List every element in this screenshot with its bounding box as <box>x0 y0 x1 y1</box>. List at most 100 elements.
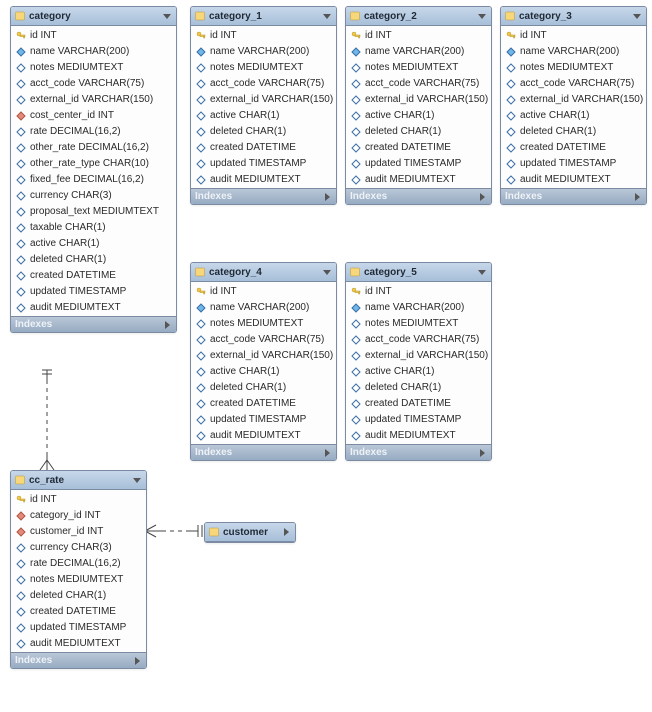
entity-category_5[interactable]: category_5id INTname VARCHAR(200)notes M… <box>345 262 492 461</box>
column-row[interactable]: acct_code VARCHAR(75) <box>11 76 176 92</box>
entity-category_4[interactable]: category_4id INTname VARCHAR(200)notes M… <box>190 262 337 461</box>
column-row[interactable]: external_id VARCHAR(150) <box>191 348 336 364</box>
column-row[interactable]: external_id VARCHAR(150) <box>11 92 176 108</box>
column-row[interactable]: cost_center_id INT <box>11 108 176 124</box>
column-row[interactable]: created DATETIME <box>191 396 336 412</box>
column-row[interactable]: audit MEDIUMTEXT <box>501 172 646 188</box>
column-row[interactable]: updated TIMESTAMP <box>191 412 336 428</box>
entity-header[interactable]: category_1 <box>191 7 336 26</box>
column-row[interactable]: category_id INT <box>11 508 146 524</box>
column-row[interactable]: id INT <box>11 28 176 44</box>
column-row[interactable]: fixed_fee DECIMAL(16,2) <box>11 172 176 188</box>
column-row[interactable]: external_id VARCHAR(150) <box>501 92 646 108</box>
expand-button[interactable] <box>322 448 332 458</box>
column-row[interactable]: id INT <box>191 28 336 44</box>
column-row[interactable]: other_rate_type CHAR(10) <box>11 156 176 172</box>
entity-footer-indexes[interactable]: Indexes <box>346 188 491 204</box>
column-row[interactable]: created DATETIME <box>11 604 146 620</box>
column-row[interactable]: active CHAR(1) <box>501 108 646 124</box>
entity-header[interactable]: category_2 <box>346 7 491 26</box>
column-row[interactable]: deleted CHAR(1) <box>346 380 491 396</box>
column-row[interactable]: id INT <box>346 28 491 44</box>
column-row[interactable]: created DATETIME <box>346 140 491 156</box>
column-row[interactable]: created DATETIME <box>11 268 176 284</box>
entity-category[interactable]: category id INTname VARCHAR(200)notes MED… <box>10 6 177 333</box>
entity-header[interactable]: category_3 <box>501 7 646 26</box>
column-row[interactable]: name VARCHAR(200) <box>11 44 176 60</box>
expand-button[interactable] <box>132 656 142 666</box>
column-row[interactable]: notes MEDIUMTEXT <box>501 60 646 76</box>
expand-button[interactable] <box>322 192 332 202</box>
entity-header[interactable]: customer <box>205 523 295 542</box>
collapse-button[interactable] <box>632 11 642 21</box>
entity-header[interactable]: cc_rate <box>11 471 146 490</box>
entity-cc_rate[interactable]: cc_rateid INTcategory_id INTcustomer_id … <box>10 470 147 669</box>
entity-header[interactable]: category_4 <box>191 263 336 282</box>
column-row[interactable]: notes MEDIUMTEXT <box>11 60 176 76</box>
column-row[interactable]: notes MEDIUMTEXT <box>346 60 491 76</box>
column-row[interactable]: notes MEDIUMTEXT <box>11 572 146 588</box>
column-row[interactable]: updated TIMESTAMP <box>11 284 176 300</box>
column-row[interactable]: id INT <box>501 28 646 44</box>
entity-footer-indexes[interactable]: Indexes <box>191 188 336 204</box>
column-row[interactable]: acct_code VARCHAR(75) <box>191 332 336 348</box>
collapse-button[interactable] <box>281 527 291 537</box>
column-row[interactable]: id INT <box>346 284 491 300</box>
column-row[interactable]: deleted CHAR(1) <box>191 124 336 140</box>
column-row[interactable]: notes MEDIUMTEXT <box>346 316 491 332</box>
column-row[interactable]: deleted CHAR(1) <box>11 588 146 604</box>
entity-footer-indexes[interactable]: Indexes <box>11 652 146 668</box>
column-row[interactable]: rate DECIMAL(16,2) <box>11 556 146 572</box>
entity-category_1[interactable]: category_1id INTname VARCHAR(200)notes M… <box>190 6 337 205</box>
column-row[interactable]: audit MEDIUMTEXT <box>11 636 146 652</box>
column-row[interactable]: audit MEDIUMTEXT <box>346 428 491 444</box>
column-row[interactable]: name VARCHAR(200) <box>191 44 336 60</box>
expand-button[interactable] <box>632 192 642 202</box>
column-row[interactable]: acct_code VARCHAR(75) <box>346 76 491 92</box>
collapse-button[interactable] <box>477 11 487 21</box>
column-row[interactable]: updated TIMESTAMP <box>191 156 336 172</box>
column-row[interactable]: updated TIMESTAMP <box>11 620 146 636</box>
column-row[interactable]: name VARCHAR(200) <box>191 300 336 316</box>
collapse-button[interactable] <box>322 11 332 21</box>
collapse-button[interactable] <box>322 267 332 277</box>
expand-button[interactable] <box>477 192 487 202</box>
column-row[interactable]: created DATETIME <box>191 140 336 156</box>
column-row[interactable]: id INT <box>191 284 336 300</box>
column-row[interactable]: audit MEDIUMTEXT <box>191 172 336 188</box>
entity-header[interactable]: category_5 <box>346 263 491 282</box>
collapse-button[interactable] <box>477 267 487 277</box>
column-row[interactable]: deleted CHAR(1) <box>346 124 491 140</box>
column-row[interactable]: currency CHAR(3) <box>11 540 146 556</box>
column-row[interactable]: updated TIMESTAMP <box>501 156 646 172</box>
column-row[interactable]: external_id VARCHAR(150) <box>191 92 336 108</box>
column-row[interactable]: active CHAR(1) <box>191 364 336 380</box>
column-row[interactable]: active CHAR(1) <box>11 236 176 252</box>
entity-footer-indexes[interactable]: Indexes <box>346 444 491 460</box>
entity-footer-indexes[interactable]: Indexes <box>11 316 176 332</box>
collapse-button[interactable] <box>162 11 172 21</box>
column-row[interactable]: acct_code VARCHAR(75) <box>346 332 491 348</box>
expand-button[interactable] <box>162 320 172 330</box>
column-row[interactable]: notes MEDIUMTEXT <box>191 316 336 332</box>
column-row[interactable]: taxable CHAR(1) <box>11 220 176 236</box>
column-row[interactable]: rate DECIMAL(16,2) <box>11 124 176 140</box>
column-row[interactable]: updated TIMESTAMP <box>346 156 491 172</box>
column-row[interactable]: external_id VARCHAR(150) <box>346 348 491 364</box>
column-row[interactable]: created DATETIME <box>501 140 646 156</box>
column-row[interactable]: deleted CHAR(1) <box>501 124 646 140</box>
column-row[interactable]: external_id VARCHAR(150) <box>346 92 491 108</box>
column-row[interactable]: created DATETIME <box>346 396 491 412</box>
entity-header[interactable]: category <box>11 7 176 26</box>
column-row[interactable]: acct_code VARCHAR(75) <box>501 76 646 92</box>
entity-footer-indexes[interactable]: Indexes <box>191 444 336 460</box>
column-row[interactable]: deleted CHAR(1) <box>11 252 176 268</box>
column-row[interactable]: acct_code VARCHAR(75) <box>191 76 336 92</box>
column-row[interactable]: name VARCHAR(200) <box>346 44 491 60</box>
column-row[interactable]: audit MEDIUMTEXT <box>11 300 176 316</box>
entity-customer[interactable]: customer <box>204 522 296 543</box>
entity-category_2[interactable]: category_2id INTname VARCHAR(200)notes M… <box>345 6 492 205</box>
collapse-button[interactable] <box>132 475 142 485</box>
column-row[interactable]: proposal_text MEDIUMTEXT <box>11 204 176 220</box>
expand-button[interactable] <box>477 448 487 458</box>
